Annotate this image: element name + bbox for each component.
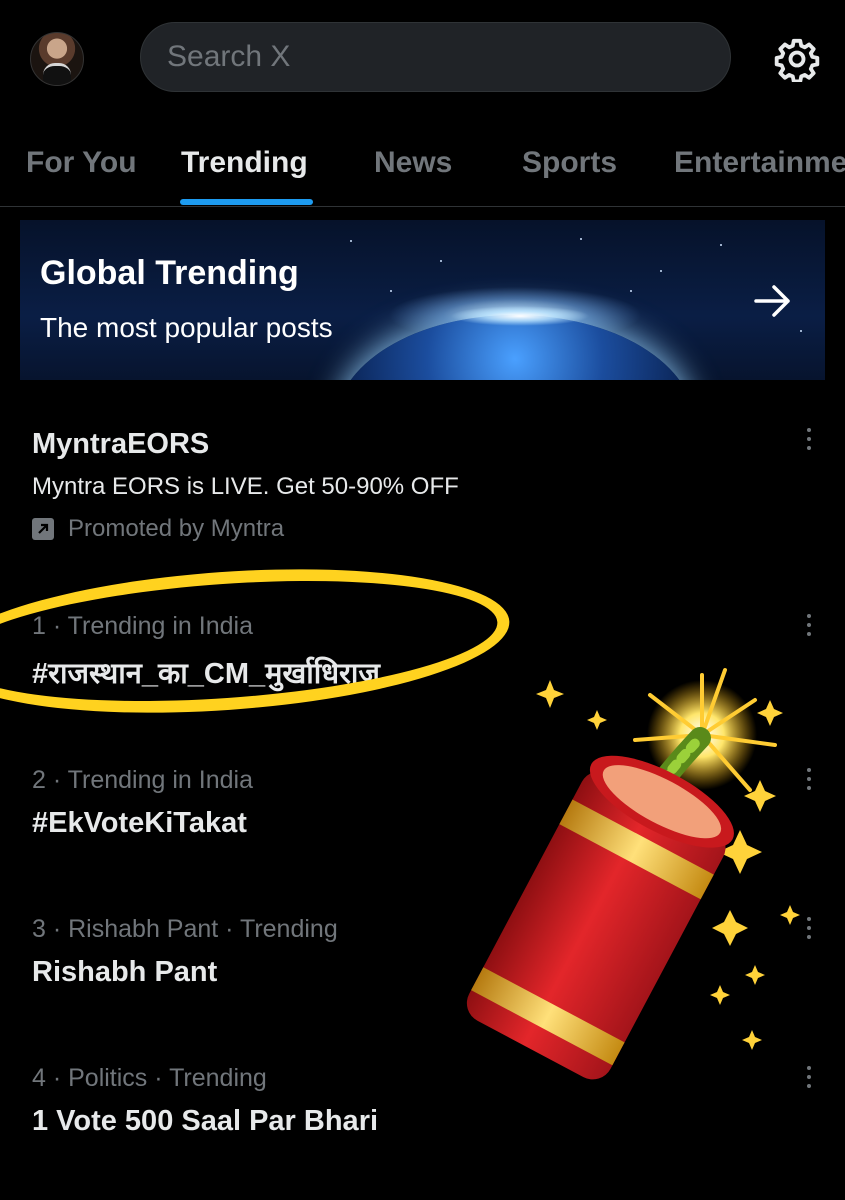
global-trending-banner[interactable]: Global Trending The most popular posts [20, 220, 825, 380]
promoted-label: Promoted by Myntra [32, 515, 812, 543]
promoted-description: Myntra EORS is LIVE. Get 50-90% OFF [32, 473, 459, 500]
search-input[interactable] [165, 39, 730, 75]
banner-star [350, 240, 352, 242]
banner-star [720, 244, 722, 246]
banner-star [390, 290, 392, 292]
promoted-trend-item[interactable]: MyntraEORS Myntra EORS is LIVE. Get 50-9… [32, 428, 812, 543]
banner-title: Global Trending [40, 254, 299, 292]
promoted-title: MyntraEORS [32, 428, 210, 460]
banner-star [660, 270, 662, 272]
top-bar [0, 0, 845, 120]
more-options-icon[interactable] [805, 614, 813, 638]
firecracker-emoji [466, 668, 800, 1080]
banner-star [440, 260, 442, 262]
banner-subtitle: The most popular posts [40, 312, 333, 343]
more-options-icon[interactable] [805, 428, 813, 452]
tab-news[interactable]: News [374, 146, 452, 180]
banner-star [580, 238, 582, 240]
tab-trending[interactable]: Trending [181, 146, 308, 180]
tab-entertainment[interactable]: Entertainme [674, 146, 845, 180]
promoted-arrow-icon [32, 518, 54, 540]
settings-gear-icon[interactable] [774, 36, 820, 82]
arrow-right-icon[interactable] [754, 284, 792, 318]
search-box[interactable] [140, 22, 731, 92]
profile-avatar[interactable] [30, 32, 84, 86]
trend-title: 1 Vote 500 Saal Par Bhari [32, 1105, 379, 1137]
banner-star [800, 330, 802, 332]
banner-star [630, 290, 632, 292]
promoted-by-text: Promoted by Myntra [68, 515, 285, 542]
explore-tabs: For You Trending News Sports Entertainme [0, 120, 845, 207]
banner-sunrise-flare [450, 306, 590, 326]
tab-for-you[interactable]: For You [26, 146, 137, 180]
active-tab-indicator [180, 199, 313, 205]
tab-sports[interactable]: Sports [522, 146, 617, 180]
